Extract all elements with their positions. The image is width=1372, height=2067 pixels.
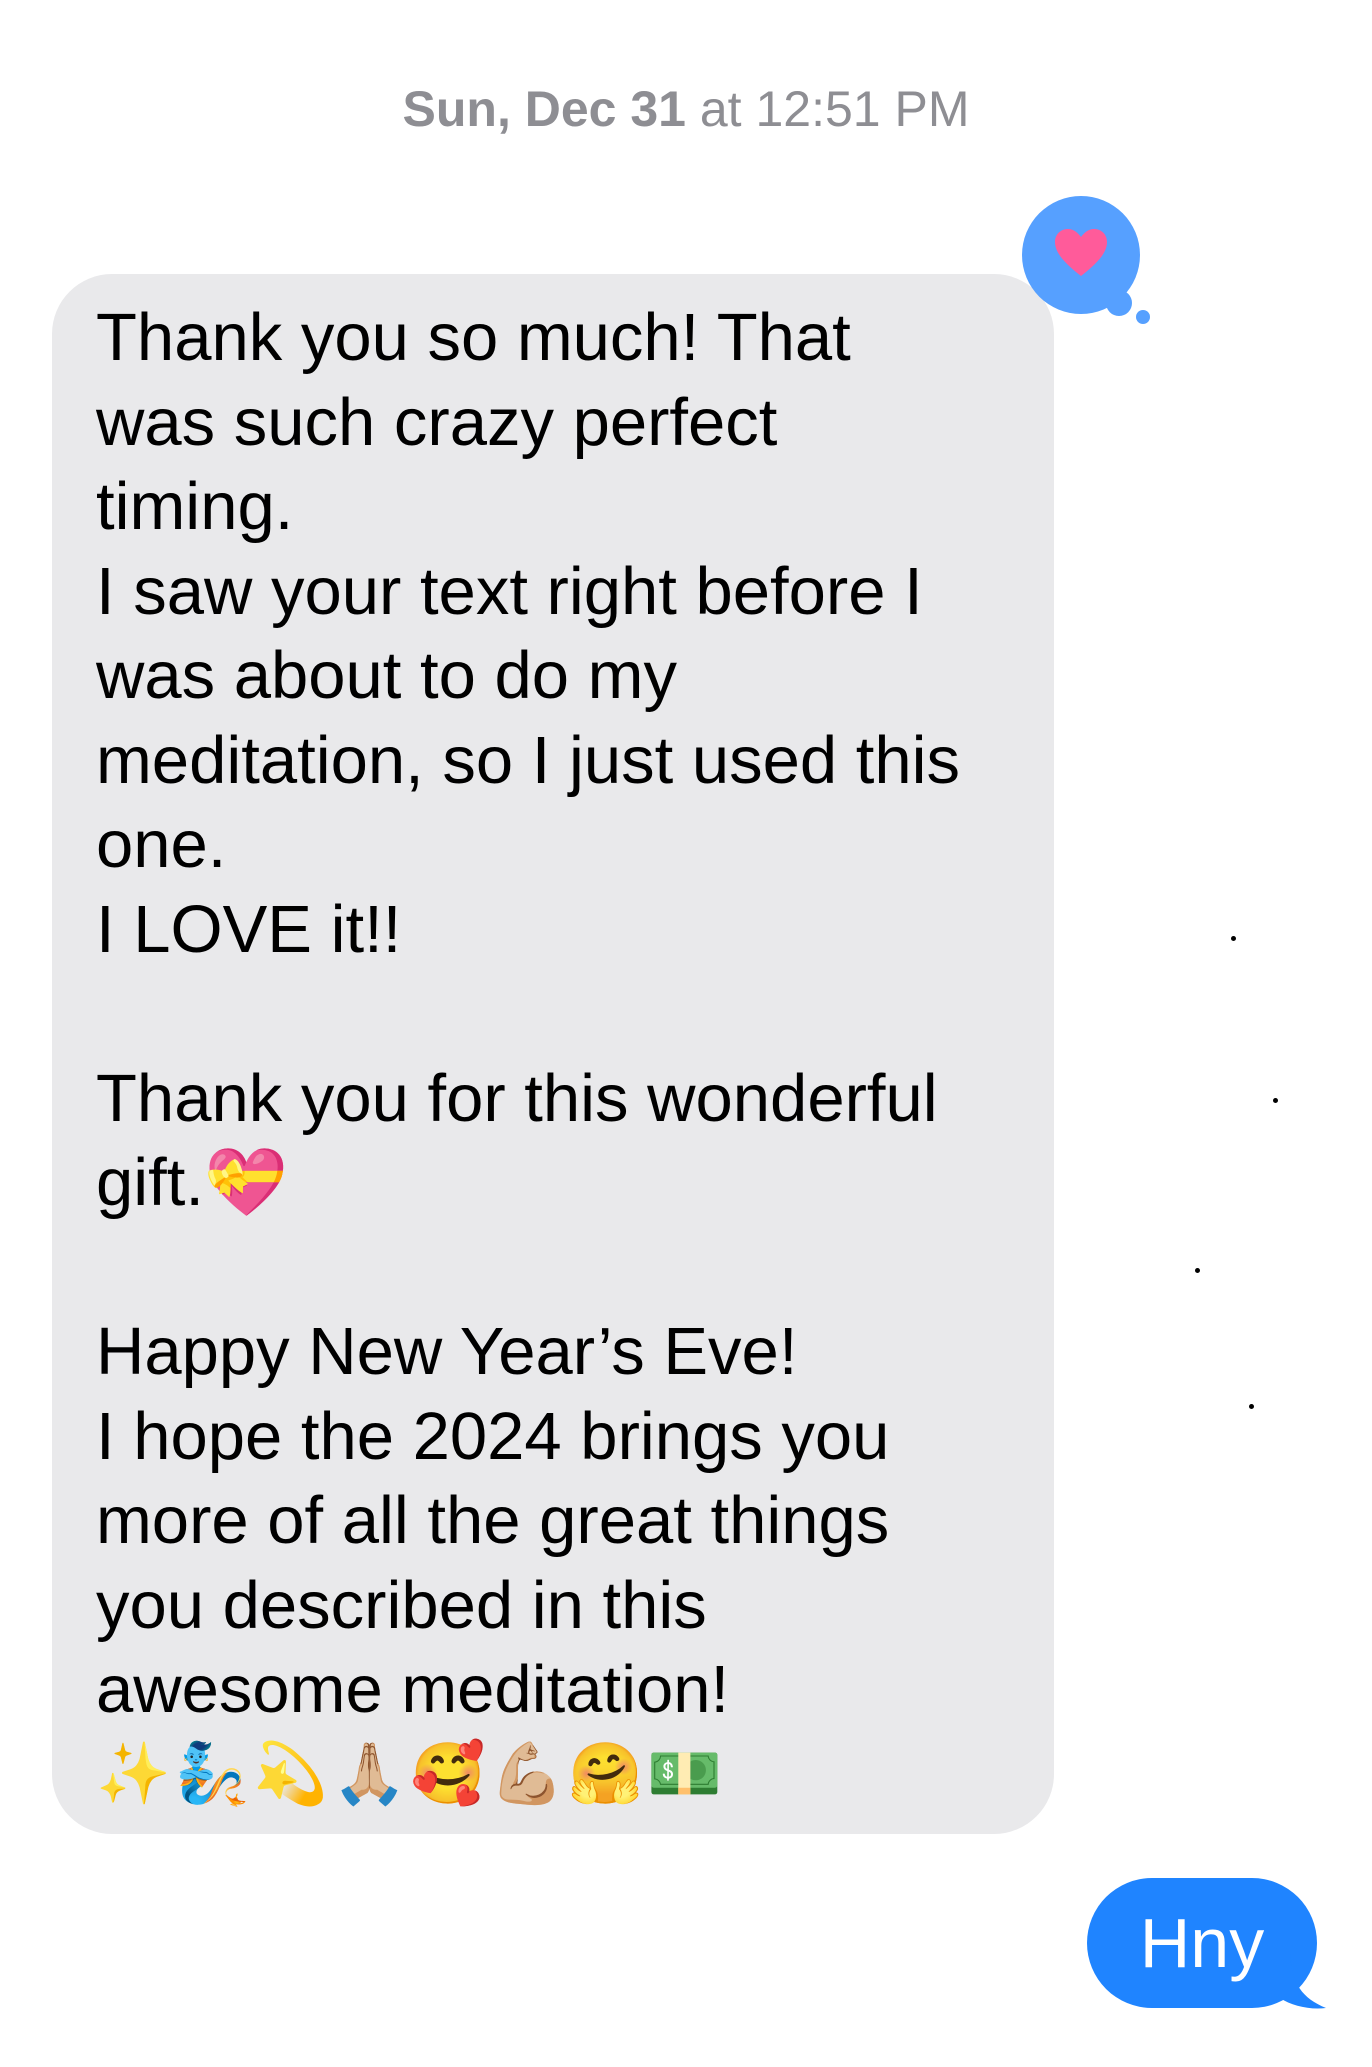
sparkle-dot (1195, 1268, 1200, 1273)
tapback-tail (1106, 290, 1132, 316)
tapback-tail-dot (1136, 310, 1150, 324)
incoming-message-text: Thank you so much! That was such crazy p… (96, 300, 960, 1727)
heart-icon (1053, 228, 1109, 283)
incoming-message-emojis: ✨🧞💫🙏🏼🥰💪🏼🤗💵 (96, 1739, 726, 1809)
sparkle-dot (1273, 1098, 1278, 1103)
timestamp-day: Sun, Dec 31 (402, 81, 686, 137)
sparkle-dot (1231, 936, 1236, 941)
sparkle-dot (1249, 1404, 1254, 1409)
outgoing-message-text: Hny (1139, 1904, 1265, 1982)
timestamp-time: at 12:51 PM (685, 81, 970, 137)
outgoing-bubble-tail (1280, 1954, 1330, 2012)
message-timestamp: Sun, Dec 31 at 12:51 PM (0, 80, 1372, 138)
